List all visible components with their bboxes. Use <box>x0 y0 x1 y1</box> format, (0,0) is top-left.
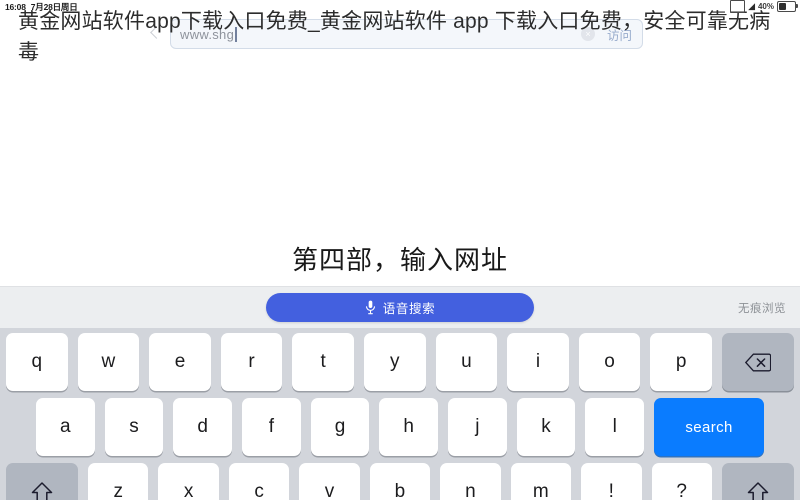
key-u[interactable]: u <box>435 333 498 391</box>
url-input[interactable]: www.shg <box>179 26 575 42</box>
step-title: 第四部，输入网址 <box>291 245 508 275</box>
backspace-key[interactable] <box>721 333 794 391</box>
key-z[interactable]: z <box>88 463 149 500</box>
backspace-icon <box>744 353 771 371</box>
key-y[interactable]: y <box>363 333 426 391</box>
key-v[interactable]: v <box>299 463 360 500</box>
key-k[interactable]: k <box>516 398 576 456</box>
battery-percent-label: 40% <box>757 2 774 11</box>
key-b[interactable]: b <box>369 463 431 500</box>
key-h[interactable]: h <box>379 398 439 456</box>
battery-icon <box>777 1 798 12</box>
key-s[interactable]: s <box>104 398 164 456</box>
url-input-value: www.shg <box>180 26 235 42</box>
key-c[interactable]: c <box>228 463 290 500</box>
clear-icon[interactable]: × <box>580 27 595 41</box>
key-o[interactable]: o <box>578 333 641 391</box>
key-d[interactable]: d <box>173 398 233 456</box>
signal-icon: ◢ <box>748 1 755 11</box>
key-r[interactable]: r <box>220 333 283 391</box>
key-p[interactable]: p <box>650 333 712 391</box>
status-date: 7月28日周日 <box>30 2 78 12</box>
shift-icon <box>747 482 769 500</box>
key-q[interactable]: q <box>6 333 68 391</box>
voice-search-band: 语音搜索 无痕浏览 <box>0 286 800 329</box>
status-time: 16:08 <box>5 2 26 12</box>
key-g[interactable]: g <box>310 398 370 456</box>
shift-key-left[interactable] <box>6 463 78 500</box>
key-exclamation[interactable]: ! <box>581 463 642 500</box>
virtual-keyboard: q w e r t y u i o p a s d f g h j k l se… <box>0 328 800 500</box>
key-l[interactable]: l <box>585 398 645 456</box>
microphone-icon <box>365 300 375 315</box>
incognito-label[interactable]: 无痕浏览 <box>738 300 786 316</box>
browser-url-bar: www.shg × 访问 <box>148 17 643 51</box>
key-e[interactable]: e <box>149 333 211 391</box>
keyboard-row-2: a s d f g h j k l search <box>0 398 800 456</box>
back-chevron-icon[interactable] <box>148 23 164 45</box>
key-x[interactable]: x <box>158 463 219 500</box>
voice-search-label: 语音搜索 <box>382 302 436 316</box>
keyboard-row-1: q w e r t y u i o p <box>0 333 800 391</box>
key-t[interactable]: t <box>292 333 354 391</box>
text-caret <box>235 26 237 42</box>
key-m[interactable]: m <box>510 463 572 500</box>
rounded-square-icon <box>730 0 746 13</box>
url-input-box[interactable]: www.shg × 访问 <box>170 19 643 49</box>
key-f[interactable]: f <box>242 398 301 456</box>
keyboard-row-3: z x c v b n m ! ? <box>0 463 800 500</box>
status-bar: 16:08 7月28日周日 ◢ 40% <box>0 0 800 16</box>
screenshot-root: 16:08 7月28日周日 ◢ 40% www.shg × 访问 黄金网站软件a… <box>0 0 800 500</box>
key-question[interactable]: ? <box>651 463 712 500</box>
key-a[interactable]: a <box>36 398 95 456</box>
shift-icon <box>31 482 53 500</box>
key-i[interactable]: i <box>507 333 569 391</box>
status-bar-left: 16:08 7月28日周日 <box>5 1 78 13</box>
voice-search-button[interactable]: 语音搜索 <box>266 293 534 322</box>
search-key[interactable]: search <box>654 398 765 456</box>
visit-button[interactable]: 访问 <box>601 25 636 44</box>
key-w[interactable]: w <box>77 333 140 391</box>
key-n[interactable]: n <box>440 463 501 500</box>
key-j[interactable]: j <box>448 398 507 456</box>
status-bar-right: ◢ 40% <box>730 0 798 13</box>
shift-key-right[interactable] <box>721 463 794 500</box>
